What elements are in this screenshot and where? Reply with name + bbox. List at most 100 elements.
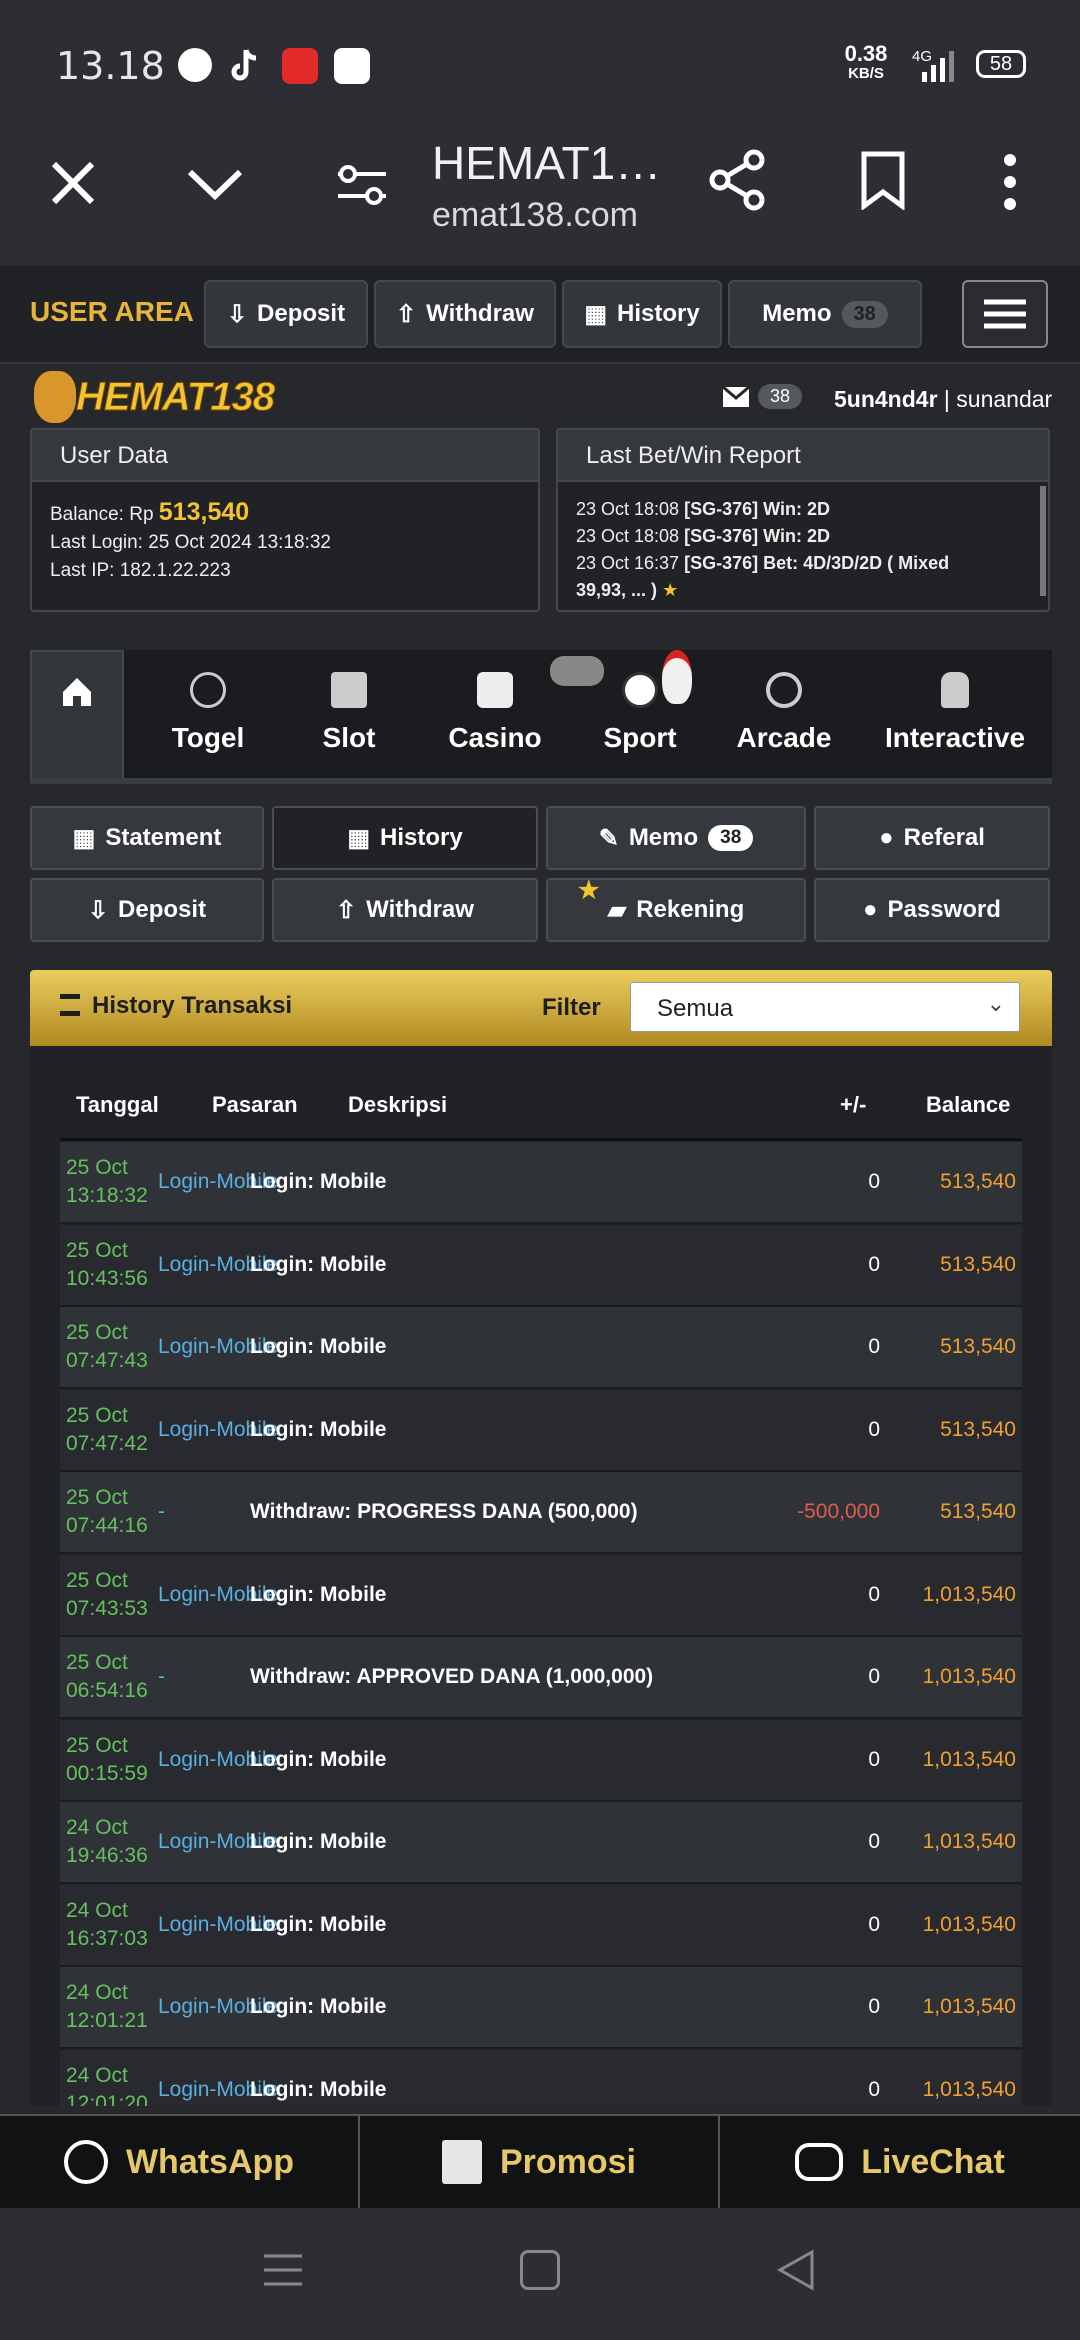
chevron-down-icon[interactable] [186,160,244,206]
row-description: Login: Mobile [250,1747,387,1771]
last-login: Last Login: 25 Oct 2024 13:18:32 [50,532,331,553]
col-balance: Balance [926,1092,1011,1117]
history-header: History Transaksi Filter Semua ⌄ [30,970,1052,1046]
close-icon[interactable] [46,156,100,210]
balance-value: 513,540 [158,498,250,526]
withdraw-label: Withdraw [366,896,474,923]
row-date-time: 07:44:16 [66,1514,148,1537]
col-change: +/- [840,1092,867,1117]
rekening-button[interactable]: ★ ▰ Rekening [546,877,806,942]
row-change: 0 [868,1335,880,1358]
hamburger-menu-icon[interactable] [962,280,1048,348]
filter-label: Filter [542,994,601,1021]
col-deskripsi: Deskripsi [348,1092,448,1117]
tab-togel[interactable]: Togel [148,650,268,778]
facebook-icon [178,48,212,82]
bet-detail: [SG-376] Win: 2D [684,526,830,546]
mail-icon[interactable] [722,385,750,408]
filter-value: Semua [657,995,734,1022]
row-change: 0 [868,1995,880,2018]
withdraw-icon: ⇧ [336,896,357,924]
tiktok-icon [230,48,260,84]
row-balance: 1,013,540 [922,1912,1016,1936]
withdraw-icon: ⇧ [396,300,417,328]
mail-count-badge: 38 [758,384,803,409]
row-date-time: 06:54:16 [66,1679,148,1702]
page-title: HEMAT1… [432,137,662,189]
table-row: 25 Oct 00:15:59 Login-Mobile Login: Mobile 0… [60,1719,1022,1802]
bet-item: 23 Oct 18:08 [SG-376] Win: 2D [576,523,1030,550]
battery-level: 58 [989,52,1013,75]
touch-hand-icon [941,672,969,708]
livechat-button[interactable]: LiveChat [720,2116,1080,2208]
tab-casino[interactable]: Casino [430,650,560,778]
site-logo[interactable]: HEMAT138 [34,368,275,426]
row-change: 0 [868,1170,880,1193]
row-balance: 1,013,540 [922,2077,1016,2101]
history-label: History [380,824,463,851]
memo-label: Memo [762,300,832,327]
referal-button[interactable]: ● Referal [814,806,1050,870]
logo-row: HEMAT138 38 5un4nd4r | sunandar [0,364,1080,430]
row-market: - [158,1665,165,1688]
user-info: 5un4nd4r | sunandar [834,386,1052,413]
history-tab-button[interactable]: ▦ History [272,806,538,870]
deposit-menu-button[interactable]: ⇩ Deposit [30,878,264,942]
tab-slot[interactable]: Slot [294,650,404,778]
bet-time: 23 Oct 18:08 [576,499,680,519]
table-row: 25 Oct 10:43:56 Login-Mobile Login: Mobile 0… [60,1224,1022,1307]
promosi-label: Promosi [499,2142,637,2181]
deposit-button[interactable]: ⇩ Deposit [204,280,368,348]
memo-tab-button[interactable]: ✎ Memo 38 [546,806,806,870]
user-data-title: User Data [32,430,538,482]
back-nav-icon[interactable] [776,2248,816,2292]
row-balance: 1,013,540 [922,1665,1016,1688]
more-options-icon[interactable] [998,152,1022,212]
tab-label: Casino [448,722,542,753]
status-bar: 13.18 0.38 KB/S 4G 58 [0,0,1080,130]
filter-select[interactable]: Semua ⌄ [630,982,1020,1032]
statement-button[interactable]: ▦ Statement [30,806,264,870]
url-text[interactable]: emat138.com [432,196,638,235]
history-button[interactable]: ▦ History [562,280,722,348]
table-row: 25 Oct 06:54:16- Withdraw: APPROVED DANA (… [60,1637,1022,1719]
table-row: 25 Oct 07:47:43 Login-Mobile Login: Mobile 0… [60,1307,1022,1389]
user-data-panel: User Data Balance: Rp 513,540 Last Login… [30,428,540,612]
battery-icon: 58 [976,50,1026,78]
tab-label: Sport [603,722,677,753]
withdraw-menu-button[interactable]: ⇧ Withdraw [272,878,538,942]
tab-arcade[interactable]: Arcade [724,650,844,778]
memo-count-badge: 38 [841,300,888,328]
row-description: Login: Mobile [250,1912,387,1936]
browser-toolbar: HEMAT1… emat138.com [0,130,1080,265]
home-nav-icon[interactable] [520,2250,560,2290]
memo-button[interactable]: Memo 38 [728,280,922,348]
bet-detail: [SG-376] Bet: 4D/3D/2D ( Mixed [684,553,950,573]
table-row: 25 Oct 07:47:42 Login-Mobile Login: Mobile 0… [60,1389,1022,1472]
calendar-icon: ▦ [584,300,607,328]
tab-interactive[interactable]: Interactive [870,650,1040,778]
network-speed: 0.38 KB/S [838,43,894,84]
chat-icon [795,2143,844,2181]
promosi-button[interactable]: Promosi [360,2116,720,2208]
realname: sunandar [956,386,1053,412]
share-icon[interactable] [706,148,770,212]
row-change: 0 [868,2077,880,2101]
row-change: 0 [868,1665,880,1688]
scrollbar[interactable] [1040,486,1046,596]
bookmark-icon[interactable] [860,150,906,211]
row-description: Withdraw: APPROVED DANA (1,000,000) [250,1665,654,1688]
gamepad-icon [550,656,604,686]
tune-icon[interactable] [336,160,388,210]
menu-nav-icon[interactable] [262,2252,304,2288]
whatsapp-button[interactable]: WhatsApp [0,2116,360,2208]
header-divider [60,1138,1022,1141]
tab-home[interactable] [30,650,124,778]
withdraw-button[interactable]: ⇧ Withdraw [374,280,556,348]
col-tanggal: Tanggal [76,1092,159,1117]
row-market: - [158,1500,165,1523]
list-icon [60,994,80,1016]
password-button[interactable]: ● Password [814,878,1050,942]
star-icon: ★ [662,580,679,600]
bet-time: 23 Oct 18:08 [576,526,680,546]
